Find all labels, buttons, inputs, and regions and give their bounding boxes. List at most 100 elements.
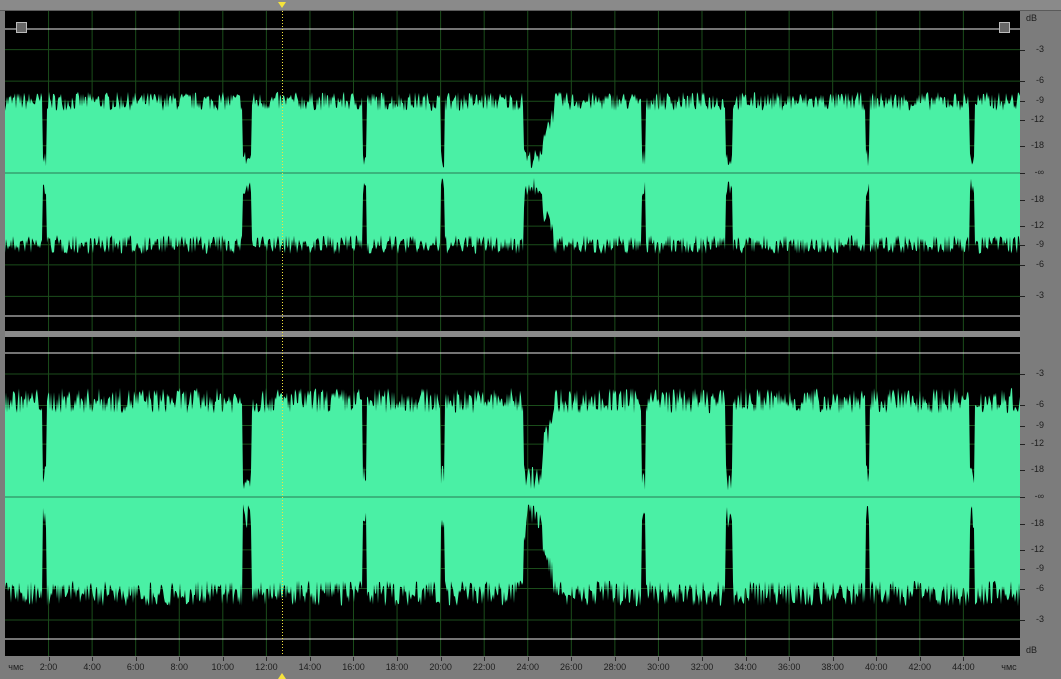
time-tick — [832, 657, 834, 661]
time-label: 22:00 — [472, 662, 496, 672]
time-label: 30:00 — [647, 662, 670, 672]
db-label: -6 — [1035, 258, 1044, 269]
db-tick — [1020, 444, 1025, 446]
db-tick — [1020, 264, 1025, 266]
playhead-marker-icon[interactable] — [278, 2, 286, 8]
time-tick — [266, 657, 268, 661]
db-label: -3 — [1035, 43, 1044, 54]
time-label: 14:00 — [298, 662, 322, 672]
time-tick — [48, 657, 50, 661]
time-label: 40:00 — [864, 662, 888, 672]
db-tick — [1020, 101, 1025, 103]
db-tick — [1020, 226, 1025, 228]
db-label: -∞ — [1034, 491, 1044, 501]
left-fade-handle-icon[interactable] — [16, 22, 27, 33]
db-label: -6 — [1035, 75, 1044, 86]
time-tick — [789, 657, 791, 661]
time-tick — [353, 657, 355, 661]
time-tick — [397, 657, 399, 661]
time-label: 10:00 — [211, 662, 235, 672]
db-tick — [1020, 588, 1025, 590]
time-tick — [658, 657, 660, 661]
time-tick — [135, 657, 137, 661]
time-label: 12:00 — [255, 662, 278, 672]
db-tick — [1020, 524, 1025, 526]
zoom-navigator-bar[interactable] — [0, 0, 1061, 11]
channel-separator — [5, 331, 1020, 337]
time-tick — [179, 657, 181, 661]
time-label: 6:00 — [126, 662, 145, 672]
time-tick — [614, 657, 616, 661]
time-label: 8:00 — [170, 662, 188, 672]
time-tick — [745, 657, 747, 661]
db-tick — [1020, 119, 1025, 121]
time-tick — [963, 657, 965, 661]
db-label: -9 — [1035, 95, 1044, 106]
db-label: -12 — [1030, 220, 1044, 231]
waveform-editor: dB dB -3 -6 -9 -12 -18 -∞ -18 -12 -9 -6 -3 -3 -6 -9 -1… — [0, 0, 1061, 679]
db-tick — [1020, 81, 1025, 83]
db-tick — [1020, 568, 1025, 570]
db-tick — [1020, 469, 1025, 471]
time-label: 36:00 — [777, 662, 801, 672]
db-label: -18 — [1030, 194, 1044, 205]
db-label: -9 — [1035, 562, 1044, 573]
db-label: -∞ — [1034, 167, 1044, 177]
time-label: 18:00 — [385, 662, 409, 672]
db-tick — [1020, 49, 1025, 51]
waveform-canvas[interactable] — [5, 11, 1020, 656]
db-label: -12 — [1030, 438, 1044, 449]
db-label: -18 — [1030, 518, 1044, 529]
db-label: -9 — [1035, 419, 1044, 430]
db-tick — [1020, 497, 1025, 498]
time-tick — [919, 657, 921, 661]
db-label: -6 — [1035, 582, 1044, 593]
time-label: 34:00 — [734, 662, 757, 672]
db-label: -12 — [1030, 543, 1044, 554]
db-label: -9 — [1035, 238, 1044, 249]
db-unit-bottom: dB — [1026, 645, 1038, 655]
db-tick — [1020, 244, 1025, 246]
time-unit-end: чмс — [1001, 662, 1017, 672]
db-tick — [1020, 145, 1025, 147]
db-tick — [1020, 200, 1025, 202]
time-label: 4:00 — [83, 662, 101, 672]
db-unit-top: dB — [1026, 13, 1038, 23]
time-tick — [92, 657, 94, 661]
time-label: 24:00 — [516, 662, 539, 672]
time-tick — [309, 657, 311, 661]
db-tick — [1020, 425, 1025, 427]
waveform-display[interactable] — [5, 11, 1021, 656]
db-tick — [1020, 549, 1025, 551]
db-tick — [1020, 619, 1025, 621]
time-unit-start: чмс — [8, 662, 24, 672]
time-tick — [440, 657, 442, 661]
db-tick — [1020, 374, 1025, 376]
time-label: 20:00 — [429, 662, 452, 672]
db-label: -18 — [1030, 139, 1044, 150]
time-label: 2:00 — [39, 662, 58, 672]
time-tick — [222, 657, 224, 661]
db-label: -3 — [1035, 290, 1044, 301]
playhead-bottom-marker-icon[interactable] — [278, 673, 286, 679]
right-fade-handle-icon[interactable] — [999, 22, 1010, 33]
db-tick — [1020, 173, 1025, 174]
db-tick — [1020, 296, 1025, 298]
db-ruler: dB dB -3 -6 -9 -12 -18 -∞ -18 -12 -9 -6 -3 -3 -6 -9 -1… — [1020, 11, 1061, 656]
time-tick — [527, 657, 529, 661]
db-tick — [1020, 405, 1025, 407]
db-label: -3 — [1035, 368, 1044, 379]
time-label: 26:00 — [560, 662, 583, 672]
time-label: 16:00 — [342, 662, 365, 672]
time-label: 38:00 — [821, 662, 844, 672]
time-label: 28:00 — [603, 662, 627, 672]
time-label: 42:00 — [908, 662, 932, 672]
time-tick — [876, 657, 878, 661]
time-tick — [571, 657, 573, 661]
db-label: -18 — [1030, 463, 1044, 474]
time-ruler[interactable]: чмс чмс 2:00 4:00 6:00 8:00 10:00 12:00 14:00 1… — [0, 657, 1061, 679]
db-label: -3 — [1035, 613, 1044, 624]
db-label: -6 — [1035, 399, 1044, 410]
time-tick — [701, 657, 703, 661]
time-label: 32:00 — [690, 662, 714, 672]
